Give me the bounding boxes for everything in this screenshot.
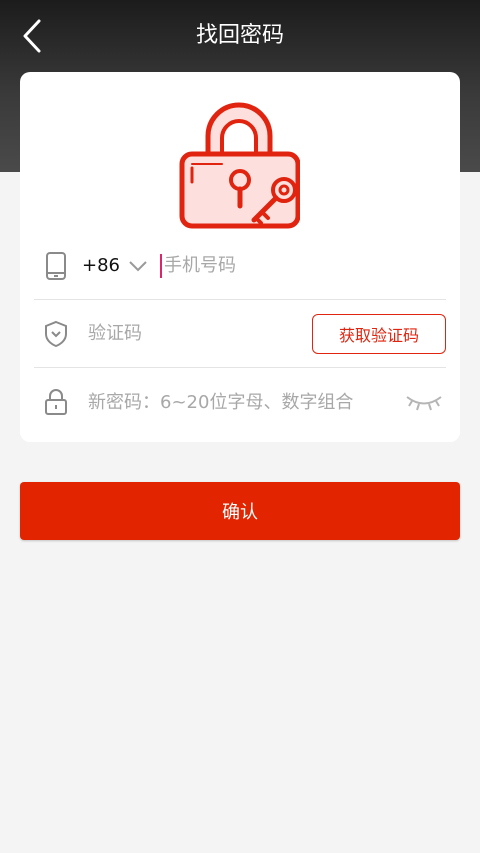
verification-row: 获取验证码 xyxy=(34,300,446,368)
eye-closed-icon xyxy=(406,396,442,411)
country-code-selector[interactable]: +86 xyxy=(82,255,156,276)
confirm-button[interactable]: 确认 xyxy=(20,482,460,540)
new-password-input[interactable] xyxy=(88,382,378,422)
password-visibility-toggle[interactable] xyxy=(402,387,446,417)
phone-row: +86 xyxy=(34,232,446,300)
verification-code-input[interactable] xyxy=(88,313,288,354)
get-code-button[interactable]: 获取验证码 xyxy=(312,313,446,354)
country-code-value: +86 xyxy=(82,255,120,276)
chevron-down-icon xyxy=(129,260,147,271)
lock-key-illustration xyxy=(179,102,300,229)
form-card: +86 获取验证码 xyxy=(20,72,460,442)
page-title: 找回密码 xyxy=(195,23,284,48)
shield-icon xyxy=(34,312,78,356)
phone-icon xyxy=(34,244,78,288)
password-row xyxy=(34,368,446,436)
phone-input[interactable] xyxy=(162,245,422,286)
top-bar: 找回密码 xyxy=(0,0,480,72)
lock-icon xyxy=(34,380,78,424)
